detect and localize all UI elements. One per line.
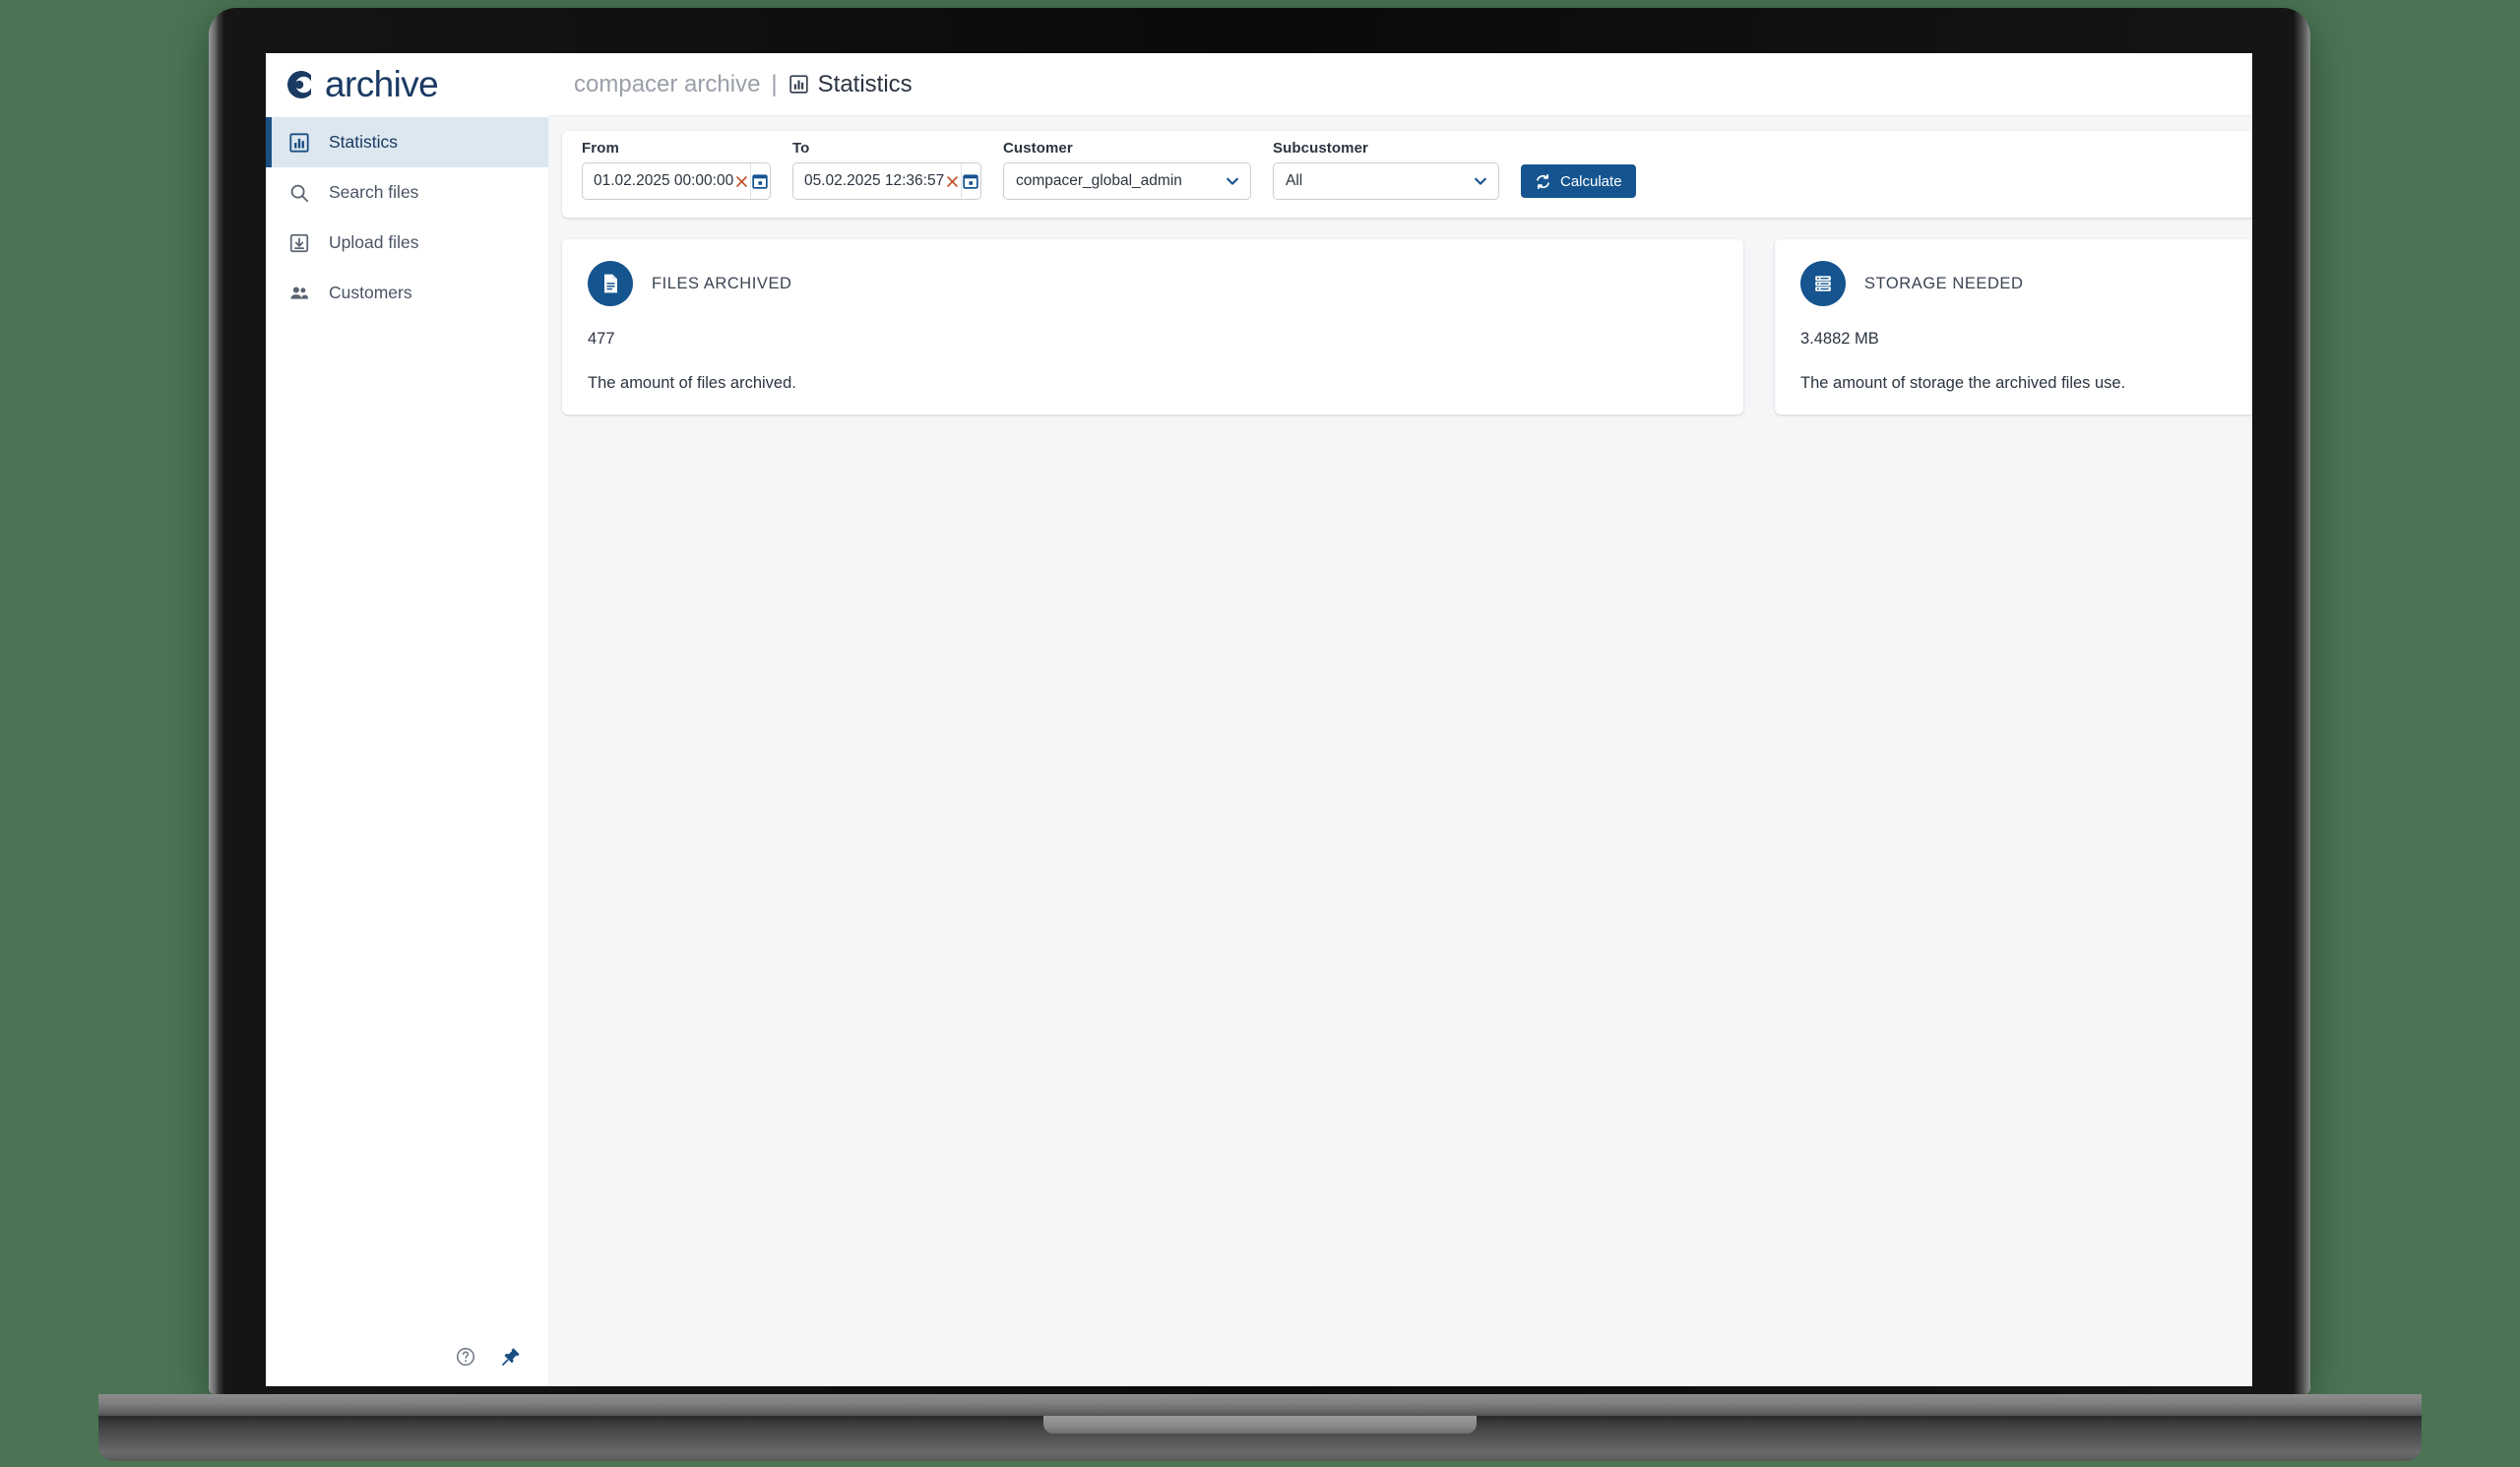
filter-panel: From 01.02.2025 00:00:00 To 05.02.2025 1…	[562, 131, 2252, 218]
customer-select[interactable]: compacer_global_admin	[1003, 162, 1251, 200]
to-field: To 05.02.2025 12:36:57	[792, 140, 981, 200]
sidebar-item-label: Search files	[329, 182, 419, 202]
calculate-button-label: Calculate	[1560, 172, 1622, 190]
storage-needed-card: STORAGE NEEDED 3.4882 MB The amount of s…	[1775, 239, 2252, 415]
sidebar-footer	[266, 1327, 548, 1386]
to-date-input[interactable]: 05.02.2025 12:36:57	[792, 162, 981, 200]
card-header: FILES ARCHIVED	[588, 261, 1718, 306]
page-title: Statistics	[817, 70, 913, 97]
card-title: STORAGE NEEDED	[1864, 274, 2024, 292]
topbar-separator: |	[771, 70, 778, 97]
sidebar-item-label: Upload files	[329, 232, 419, 252]
card-description: The amount of storage the archived files…	[1800, 374, 2126, 392]
close-x-icon[interactable]	[944, 163, 960, 199]
from-field: From 01.02.2025 00:00:00	[582, 140, 771, 200]
chevron-down-icon	[1473, 173, 1488, 189]
sidebar-nav: Statistics Search files Upload files Cus…	[266, 115, 548, 318]
laptop-mockup: archive Statistics Search files Upload f…	[0, 0, 2520, 1467]
sidebar: archive Statistics Search files Upload f…	[266, 53, 548, 1386]
sidebar-item-upload-files[interactable]: Upload files	[266, 218, 548, 268]
pin-icon[interactable]	[499, 1345, 523, 1369]
search-icon	[287, 181, 311, 205]
sidebar-item-statistics[interactable]: Statistics	[266, 117, 548, 167]
card-title: FILES ARCHIVED	[652, 274, 792, 292]
chevron-down-icon	[1225, 173, 1240, 189]
customer-field: Customer compacer_global_admin	[1003, 140, 1251, 200]
card-value: 3.4882 MB	[1800, 330, 1879, 348]
customer-label: Customer	[1003, 140, 1073, 157]
refresh-sync-icon	[1535, 173, 1551, 190]
archive-app: archive Statistics Search files Upload f…	[266, 53, 2252, 1386]
card-value: 477	[588, 330, 615, 348]
close-x-icon[interactable]	[733, 163, 749, 199]
files-archived-card: FILES ARCHIVED 477 The amount of files a…	[562, 239, 1743, 415]
sidebar-item-search-files[interactable]: Search files	[266, 167, 548, 218]
archive-circle-logo-icon	[284, 69, 315, 100]
laptop-base-notch	[1043, 1416, 1477, 1434]
document-file-icon	[588, 261, 633, 306]
upload-box-icon	[287, 231, 311, 255]
bar-chart-icon	[287, 131, 311, 155]
people-icon	[287, 282, 311, 305]
from-date-value: 01.02.2025 00:00:00	[594, 172, 734, 189]
brand-logo[interactable]: archive	[266, 53, 548, 115]
topbar-app-name: compacer archive	[574, 70, 761, 97]
storage-server-icon	[1800, 261, 1846, 306]
calendar-icon[interactable]	[749, 163, 770, 199]
subcustomer-selected-value: All	[1286, 172, 1303, 189]
topbar: compacer archive | Statistics	[548, 53, 2252, 115]
help-circle-icon[interactable]	[454, 1345, 477, 1369]
subcustomer-field: Subcustomer All	[1273, 140, 1499, 200]
calendar-icon[interactable]	[960, 163, 980, 199]
stat-cards-row: FILES ARCHIVED 477 The amount of files a…	[562, 239, 2252, 415]
calculate-button[interactable]: Calculate	[1521, 164, 1636, 198]
laptop-screen: archive Statistics Search files Upload f…	[266, 53, 2252, 1386]
customer-selected-value: compacer_global_admin	[1016, 172, 1182, 189]
from-label: From	[582, 140, 619, 157]
main-area: compacer archive | Statistics From 01.02…	[548, 53, 2252, 1386]
to-date-value: 05.02.2025 12:36:57	[804, 172, 945, 189]
content-area: From 01.02.2025 00:00:00 To 05.02.2025 1…	[548, 115, 2252, 1386]
sidebar-item-label: Customers	[329, 283, 412, 302]
subcustomer-label: Subcustomer	[1273, 140, 1368, 157]
card-description: The amount of files archived.	[588, 374, 796, 392]
to-label: To	[792, 140, 810, 157]
bar-chart-icon	[788, 74, 809, 95]
sidebar-item-label: Statistics	[329, 132, 399, 152]
from-date-input[interactable]: 01.02.2025 00:00:00	[582, 162, 771, 200]
subcustomer-select[interactable]: All	[1273, 162, 1499, 200]
card-header: STORAGE NEEDED	[1800, 261, 2252, 306]
brand-name: archive	[325, 64, 439, 104]
sidebar-item-customers[interactable]: Customers	[266, 268, 548, 318]
